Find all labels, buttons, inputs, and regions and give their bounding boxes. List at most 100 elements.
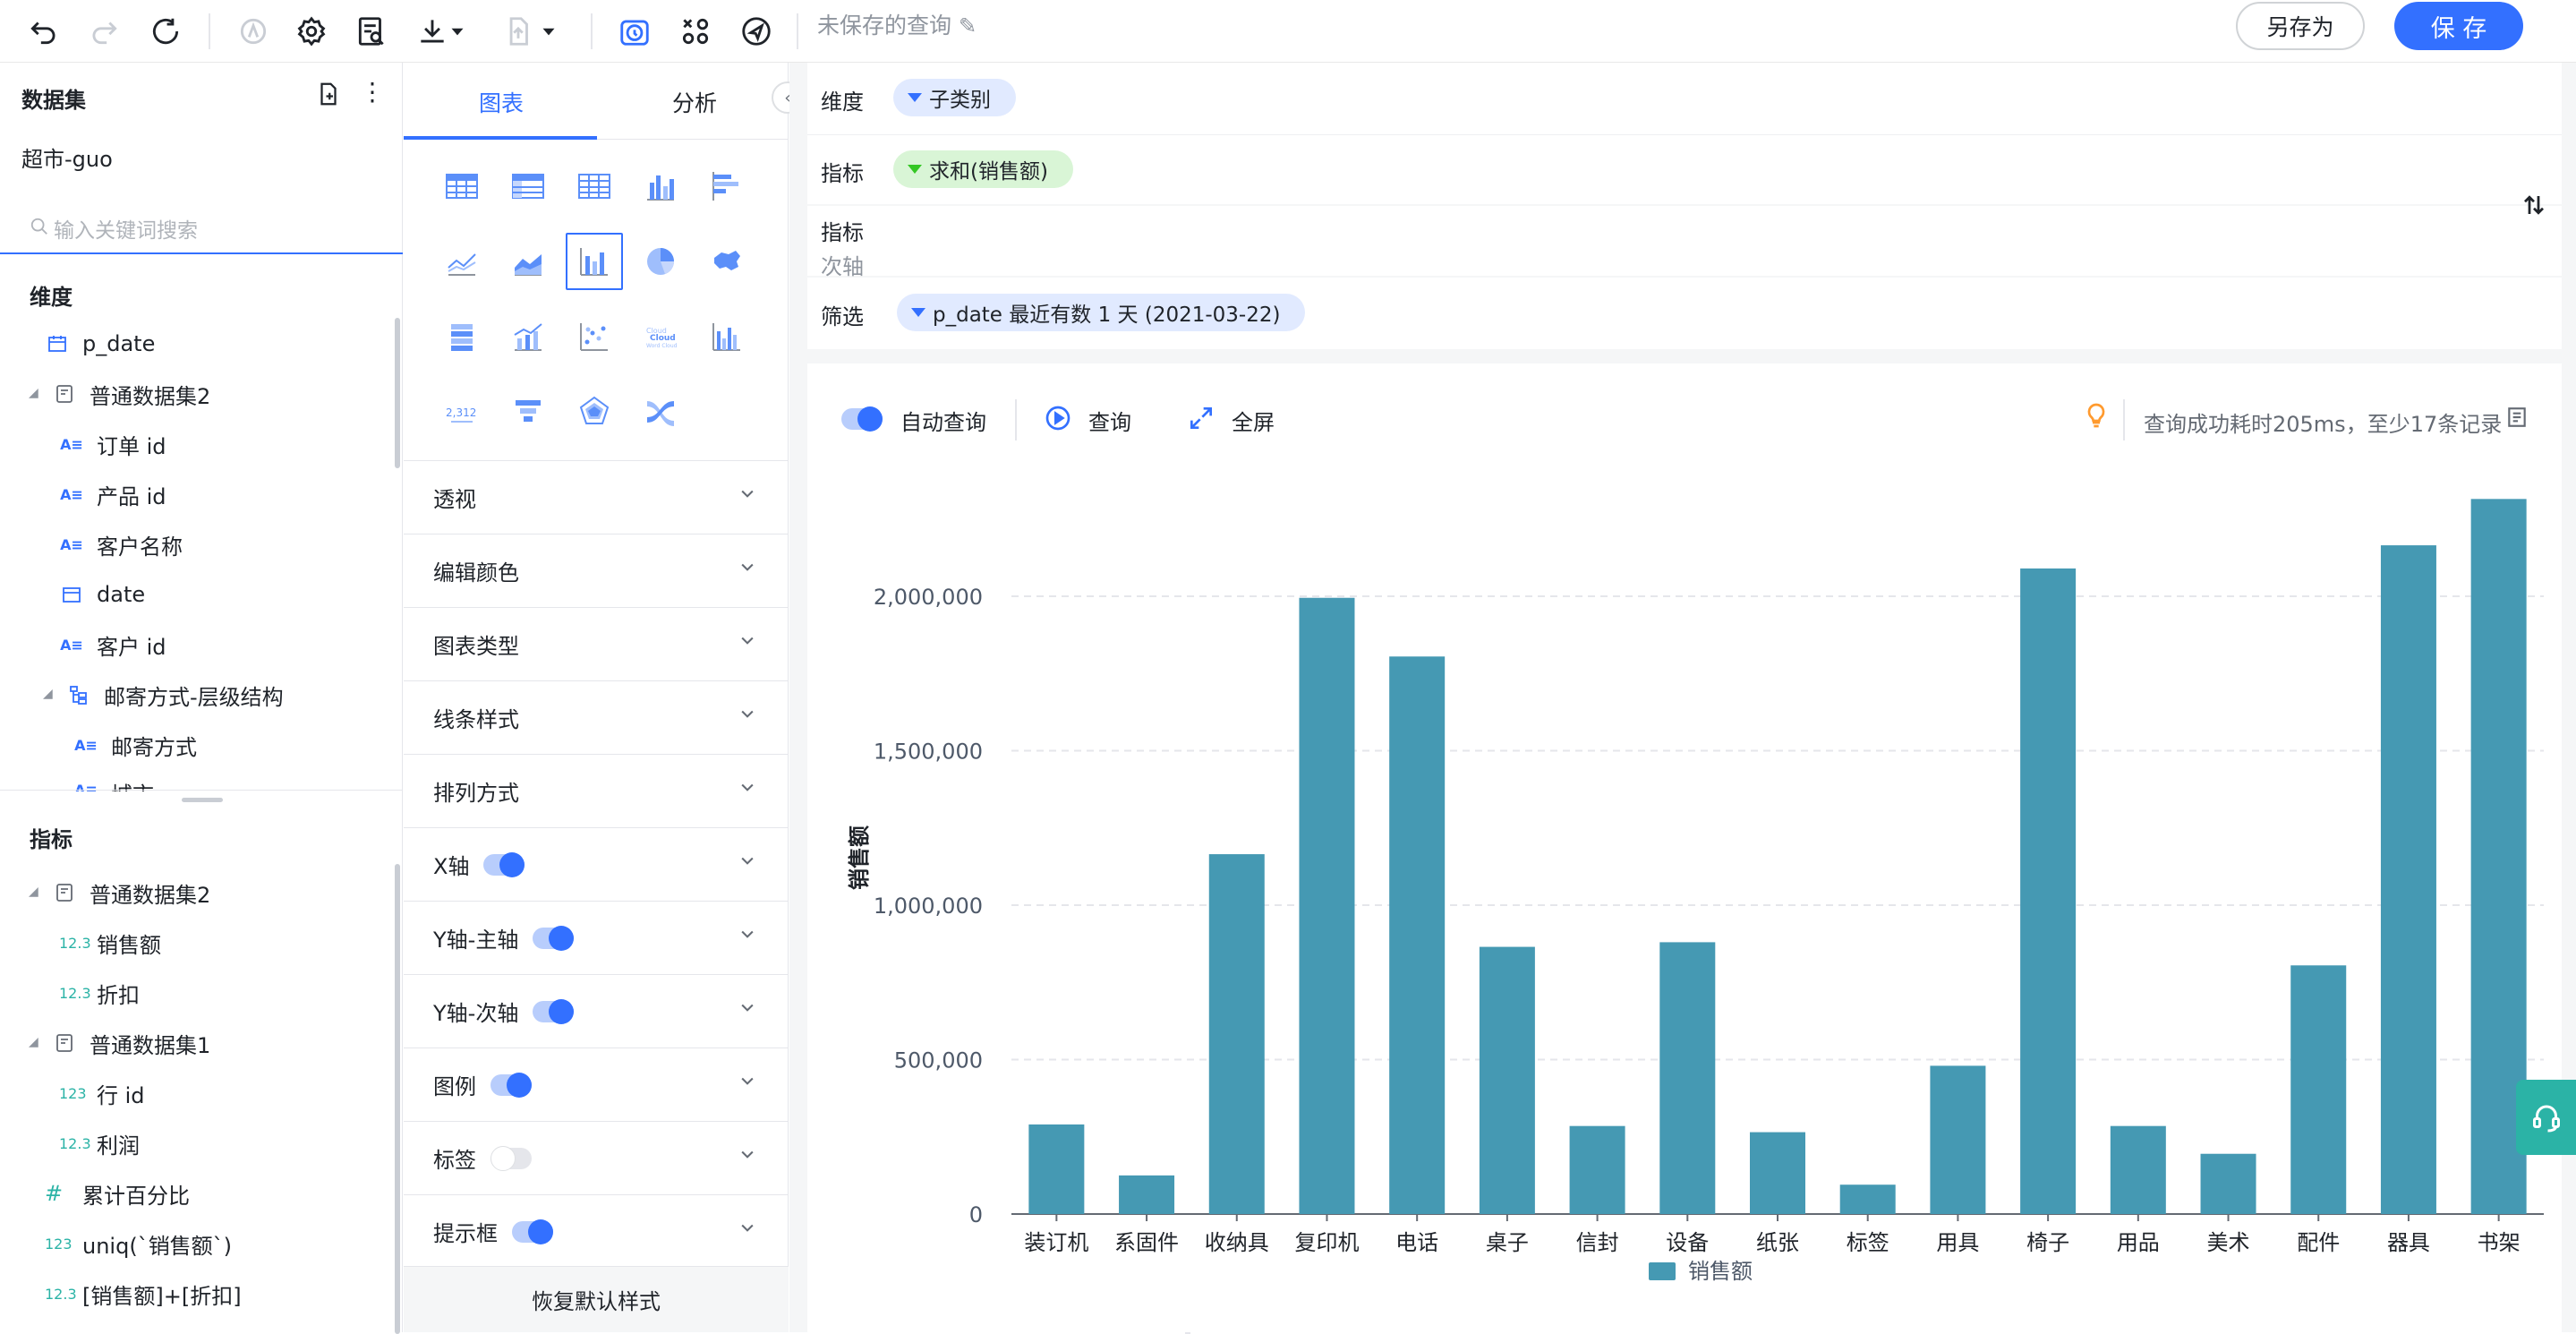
caret-icon[interactable]: ◢ [43,687,53,701]
chevron-down-icon [741,1004,754,1012]
y-axis-primary-toggle[interactable] [533,925,575,951]
alarm-clock-icon[interactable] [614,11,655,52]
apps-icon[interactable] [675,11,716,52]
tab-chart[interactable]: 图表 [479,86,524,118]
dimension-item[interactable]: date [59,577,145,612]
x-axis-toggle[interactable] [483,851,525,877]
send-icon[interactable] [736,11,777,52]
dataset-group[interactable]: 普通数据集2 [52,376,210,412]
section-y-axis-secondary[interactable]: Y轴-次轴 [404,974,789,1048]
auto-query-toggle[interactable] [841,406,883,433]
scrollbar[interactable] [395,864,400,1334]
combo-chart-icon[interactable] [566,233,623,290]
dimension-item[interactable]: A≡ 订单 id [59,426,166,462]
detail-table-icon[interactable] [571,163,618,210]
measure-item[interactable]: 12.3 折扣 [59,975,140,1011]
word-cloud-icon[interactable]: Cloud Cloud Word Cloud [637,313,684,360]
query-button[interactable]: 查询 [1088,405,1131,436]
query-status: 查询成功耗时205ms，至少17条记录 [2144,412,2503,437]
section-legend[interactable]: 图例 [404,1048,789,1121]
column-chart-icon[interactable] [637,163,684,210]
chevron-down-icon[interactable] [446,11,469,52]
dimension-pill[interactable]: 子类别 [893,79,1016,116]
stacked-bar-icon[interactable] [439,313,485,360]
pivot-table-icon[interactable] [505,163,551,210]
refresh-icon[interactable] [145,11,186,52]
lightbulb-icon[interactable] [2082,401,2111,432]
dimension-item[interactable]: A≡ 产品 id [59,476,166,512]
chevron-down-icon [741,930,754,938]
radar-chart-icon[interactable] [571,389,618,435]
restore-default-style-button[interactable]: 恢复默认样式 [404,1266,789,1332]
line-column-icon[interactable] [505,313,551,360]
bar-chart-icon[interactable] [704,163,750,210]
redo-icon[interactable] [83,11,124,52]
section-pivot[interactable]: 透视 [404,460,789,534]
section-tooltip[interactable]: 提示框 [404,1194,789,1268]
fullscreen-button[interactable]: 全屏 [1232,405,1275,436]
funnel-chart-icon[interactable] [505,389,551,435]
section-edit-color[interactable]: 编辑颜色 [404,534,789,607]
report-search-icon[interactable] [351,11,392,52]
section-sort[interactable]: 排列方式 [404,754,789,827]
y-axis-secondary-toggle[interactable] [533,998,575,1024]
edit-icon[interactable]: ✎ [959,13,977,38]
measure-item[interactable]: 123 行 id [59,1075,145,1111]
resize-handle[interactable] [182,798,223,802]
measure-item[interactable]: 12.3 销售额 [59,925,161,961]
pie-chart-icon[interactable] [637,238,684,285]
add-dataset-icon[interactable] [315,81,342,107]
histogram-icon[interactable] [704,313,750,360]
measure-item[interactable]: 12.3 利润 [59,1125,140,1161]
bar [1839,1184,1896,1214]
save-button[interactable]: 保 存 [2394,2,2523,50]
section-x-axis[interactable]: X轴 [404,827,789,901]
number-card-icon[interactable]: 2,312 [439,389,485,435]
undo-icon[interactable] [23,11,64,52]
tooltip-toggle[interactable] [512,1219,553,1244]
unsaved-query-title: 未保存的查询 ✎ [817,13,977,38]
customer-service-icon[interactable] [2516,1080,2576,1155]
legend-toggle[interactable] [490,1072,532,1098]
section-label[interactable]: 标签 [404,1121,789,1194]
measure-item[interactable]: 123 uniq(`销售额`) [45,1226,232,1261]
table-chart-icon[interactable] [439,163,485,210]
caret-icon[interactable]: ◢ [29,1035,38,1049]
export-icon[interactable] [498,11,539,52]
dimension-item[interactable]: A≡ 客户 id [59,627,166,663]
tab-analysis[interactable]: 分析 [672,86,717,118]
section-line-style[interactable]: 线条样式 [404,680,789,754]
play-icon[interactable] [1044,404,1072,432]
log-icon[interactable] [2505,406,2529,431]
dimension-item[interactable]: A≡ 客户名称 [59,526,183,562]
measure-item[interactable]: 12.3 [销售额]+[折扣] [45,1276,242,1312]
swap-axes-icon[interactable] [2521,192,2547,226]
hierarchy-item[interactable]: 邮寄方式-层级结构 [66,677,284,713]
settings-icon[interactable] [291,11,332,52]
section-chart-type[interactable]: 图表类型 [404,607,789,680]
caret-icon[interactable]: ◢ [29,386,38,400]
scrollbar[interactable] [395,318,400,468]
dimension-item[interactable]: p_date [45,326,155,362]
dataset-group[interactable]: 普通数据集2 [52,875,210,911]
fullscreen-icon[interactable] [1187,404,1215,432]
search-input[interactable]: 输入关键词搜索 [0,202,403,254]
chevron-down-icon[interactable] [537,11,560,52]
scatter-chart-icon[interactable] [571,313,618,360]
caret-icon[interactable]: ◢ [29,885,38,899]
dimension-item[interactable]: A≡ 邮寄方式 [73,727,197,763]
map-chart-icon[interactable] [704,238,750,285]
measure-item[interactable]: # 累计百分比 [45,1176,190,1211]
label-toggle[interactable] [490,1145,532,1171]
dimensions-title: 维度 [30,285,73,310]
filter-pill[interactable]: p_date 最近有数 1 天 (2021-03-22) [897,294,1306,331]
line-chart-icon[interactable] [439,238,485,285]
measure-pill[interactable]: 求和(销售额) [893,150,1073,188]
area-chart-icon[interactable] [505,238,551,285]
save-as-button[interactable]: 另存为 [2236,2,2365,50]
dataset-group[interactable]: 普通数据集1 [52,1025,210,1061]
ai-icon[interactable] [233,11,274,52]
section-y-axis-primary[interactable]: Y轴-主轴 [404,901,789,974]
sankey-chart-icon[interactable] [637,389,684,435]
more-icon[interactable]: ⋮ [360,79,385,109]
